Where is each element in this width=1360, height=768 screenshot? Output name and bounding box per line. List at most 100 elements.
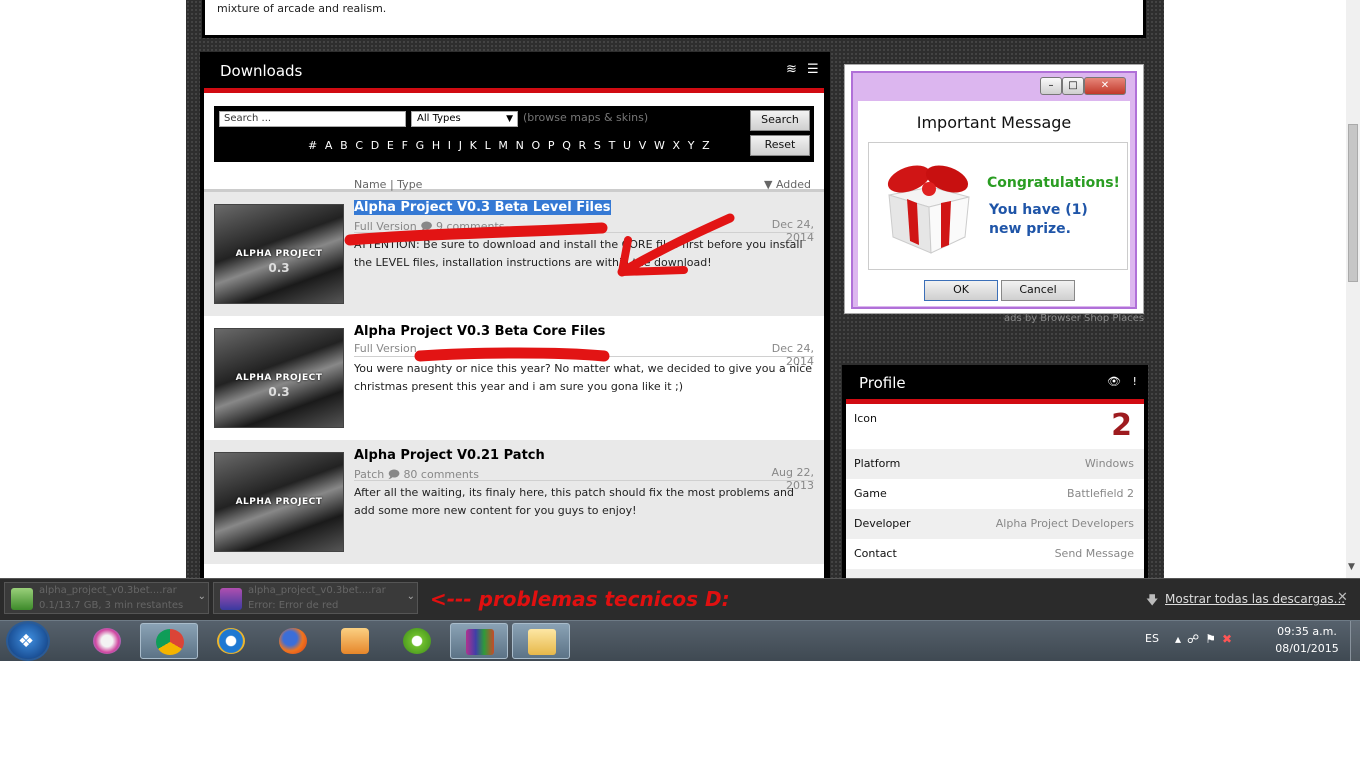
item-thumbnail[interactable]: ALPHA PROJECT 0.3	[214, 328, 344, 428]
scroll-down-icon[interactable]: ▼	[1348, 562, 1355, 572]
list-item[interactable]: ALPHA PROJECT 0.3 Alpha Project V0.3 Bet…	[204, 316, 824, 440]
item-thumbnail[interactable]: ALPHA PROJECT 0.3	[214, 204, 344, 304]
downloads-title: Downloads	[220, 62, 303, 80]
cancel-button[interactable]: Cancel	[1001, 280, 1075, 301]
article-excerpt-box: mixture of arcade and realism.	[202, 0, 1146, 38]
winrar-file-icon	[220, 588, 242, 610]
download-status: 0.1/13.7 GB, 3 min restantes	[39, 600, 184, 611]
thumb-label: ALPHA PROJECT	[235, 497, 323, 507]
language-indicator[interactable]: ES	[1145, 632, 1159, 645]
item-meta: Patch 🗩 80 comments	[354, 466, 479, 485]
item-title[interactable]: Alpha Project V0.3 Beta Level Files	[354, 200, 611, 215]
profile-row: Game Battlefield 2	[846, 479, 1144, 509]
kies-icon	[93, 628, 121, 654]
sort-by-name[interactable]: Name	[354, 178, 386, 191]
sort-separator: |	[389, 178, 394, 191]
taskbar-app-winrar[interactable]	[450, 623, 508, 659]
clock-date[interactable]: 08/01/2015	[1272, 642, 1342, 655]
search-button[interactable]: Search	[750, 110, 810, 131]
page-scrollbar[interactable]: ▼	[1346, 0, 1360, 578]
system-tray[interactable]: ▴☍⚑✖	[1175, 632, 1238, 646]
chevron-down-icon[interactable]: ⌄	[198, 591, 206, 602]
ad-congrats: Congratulations!	[987, 175, 1120, 191]
profile-value[interactable]: Alpha Project Developers	[996, 517, 1134, 530]
ok-button[interactable]: OK	[924, 280, 998, 301]
thumb-version: 0.3	[268, 261, 290, 275]
sort-desc-icon: ▼	[764, 178, 773, 191]
close-icon[interactable]: ✕	[1337, 590, 1348, 605]
list-item[interactable]: ALPHA PROJECT 0.3 Alpha Project V0.3 Bet…	[204, 192, 824, 316]
reset-button[interactable]: Reset	[750, 135, 810, 156]
media-player-icon	[341, 628, 369, 654]
download-status: Error: Error de red	[248, 600, 339, 611]
profile-panel: Profile 👁 ! Icon 2 Platform Windows Game…	[842, 365, 1148, 578]
volume-muted-icon[interactable]: ✖	[1222, 632, 1238, 646]
show-desktop-button[interactable]	[1350, 621, 1360, 661]
profile-label: Platform	[854, 457, 901, 470]
search-input[interactable]: Search ...	[219, 111, 406, 127]
item-title[interactable]: Alpha Project V0.3 Beta Core Files	[354, 324, 605, 339]
taskbar-app-utorrent[interactable]	[388, 623, 446, 659]
profile-value[interactable]: Battlefield 2	[1067, 487, 1134, 500]
download-item[interactable]: alpha_project_v0.3bet....rar 0.1/13.7 GB…	[4, 582, 209, 614]
taskbar-app-samsung-kies[interactable]	[78, 623, 136, 659]
minimize-icon[interactable]: –	[1040, 77, 1062, 95]
profile-header-icons: 👁 !	[1107, 375, 1137, 388]
ad-content: Important Message Congratulations! You h…	[858, 101, 1130, 306]
alphabet-filter[interactable]: # A B C D E F G H I J K L M N O P Q R S …	[308, 139, 712, 152]
filter-bar: Search ... All Types ▼ (browse maps & sk…	[214, 106, 814, 162]
dropdown-arrow-icon: ▼	[506, 114, 513, 124]
list-icon[interactable]: ☰	[807, 62, 819, 77]
downloads-header-icons: ≋ ☰	[786, 62, 819, 77]
thumb-label: ALPHA PROJECT	[235, 373, 323, 383]
browse-hint[interactable]: (browse maps & skins)	[523, 111, 648, 124]
close-icon[interactable]: ✕	[1084, 77, 1126, 95]
sort-by-type[interactable]: Type	[397, 178, 422, 191]
item-thumbnail[interactable]: ALPHA PROJECT	[214, 452, 344, 552]
downloads-panel: Downloads ≋ ☰ Search ... All Types ▼ (br…	[200, 52, 830, 578]
alert-icon[interactable]: !	[1132, 375, 1136, 388]
item-description: ATTENTION: Be sure to download and insta…	[354, 238, 803, 269]
rss-icon[interactable]: ≋	[786, 62, 797, 77]
windows-logo-icon: ❖	[18, 631, 35, 652]
tray-expand-icon[interactable]: ▴	[1175, 632, 1187, 646]
profile-value[interactable]: Windows	[1085, 457, 1134, 470]
fake-prize-ad[interactable]: – □ ✕ Important Message Congratulations!	[844, 64, 1144, 314]
eye-icon[interactable]: 👁	[1107, 375, 1121, 388]
clock-time[interactable]: 09:35 a.m.	[1272, 625, 1342, 638]
folder-icon	[528, 629, 556, 655]
flag-icon[interactable]: ⚑	[1205, 632, 1222, 646]
taskbar-app-media-player[interactable]	[326, 623, 384, 659]
taskbar-app-firefox[interactable]	[264, 623, 322, 659]
maximize-icon[interactable]: □	[1062, 77, 1084, 95]
profile-value[interactable]: Send Message	[1055, 547, 1134, 560]
ad-heading: Important Message	[916, 113, 1072, 132]
start-button[interactable]: ❖	[8, 623, 48, 659]
chevron-down-icon[interactable]: ⌄	[407, 591, 415, 602]
divider	[354, 232, 814, 233]
item-type: Full Version	[354, 342, 417, 355]
game-logo-icon: 2	[1111, 408, 1132, 443]
item-description: After all the waiting, its finaly here, …	[354, 486, 794, 517]
divider	[354, 356, 814, 357]
profile-label: Game	[854, 487, 887, 500]
ad-footer[interactable]: ads by Browser Shop Places	[1004, 313, 1144, 324]
download-item[interactable]: alpha_project_v0.3bet....rar Error: Erro…	[213, 582, 418, 614]
ad-prize-line2: new prize.	[989, 221, 1071, 237]
network-icon[interactable]: ☍	[1187, 632, 1205, 646]
profile-label: Icon	[854, 412, 877, 425]
taskbar-app-file-explorer[interactable]	[512, 623, 570, 659]
profile-row-icon: Icon 2	[846, 404, 1144, 449]
profile-row: Developer Alpha Project Developers	[846, 509, 1144, 539]
sort-by-added[interactable]: ▼ Added	[764, 178, 811, 191]
type-select[interactable]: All Types ▼	[411, 111, 518, 127]
item-title[interactable]: Alpha Project V0.21 Patch	[354, 448, 545, 463]
gift-icon	[887, 165, 970, 254]
type-select-value: All Types	[417, 113, 461, 124]
taskbar-app-internet-explorer[interactable]	[202, 623, 260, 659]
show-all-downloads-link[interactable]: Mostrar todas las descargas...	[1165, 592, 1345, 606]
list-item[interactable]: ALPHA PROJECT Alpha Project V0.21 Patch …	[204, 440, 824, 564]
taskbar-app-chrome[interactable]	[140, 623, 198, 659]
sort-options: Name | Type	[354, 178, 422, 191]
scroll-thumb[interactable]	[1348, 124, 1358, 282]
